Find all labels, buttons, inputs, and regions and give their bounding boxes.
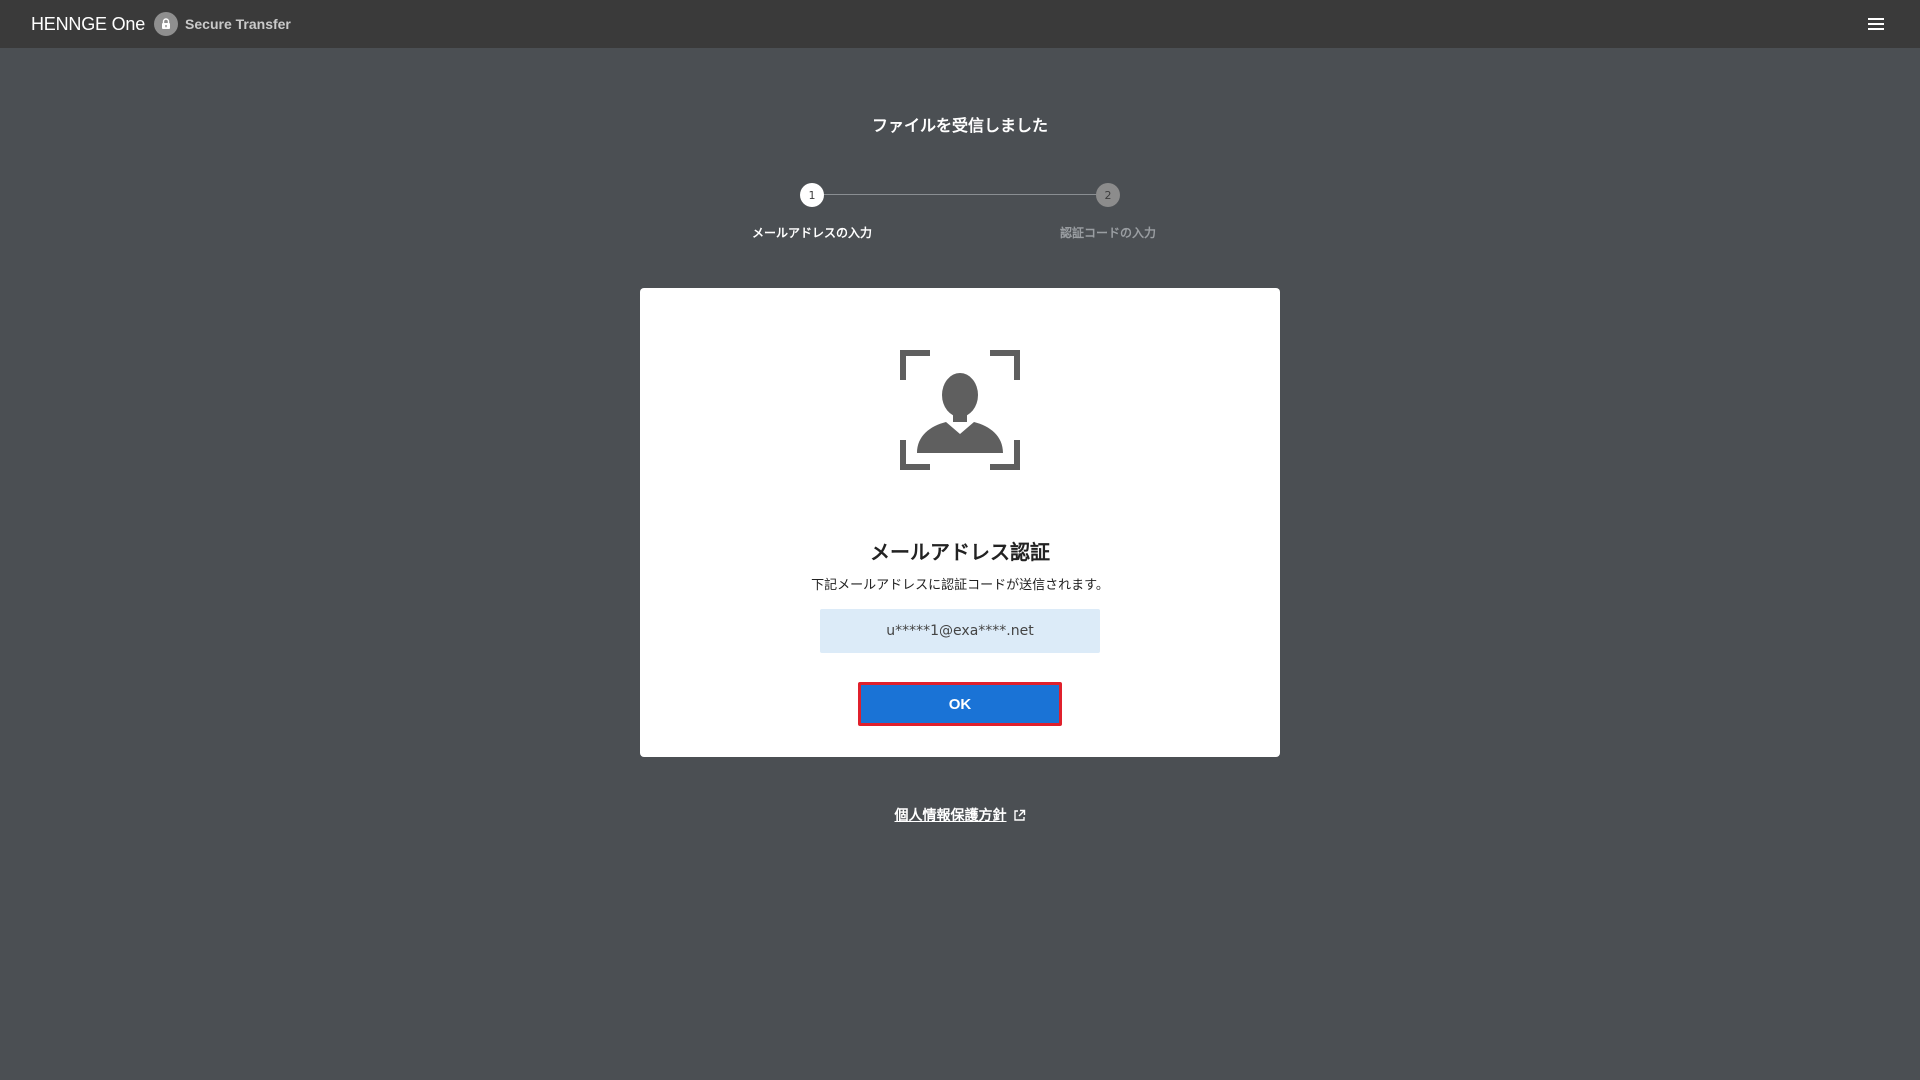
step-2-label: 認証コードの入力 xyxy=(1059,226,1156,240)
progress-stepper: 1 2 メールアドレスの入力 認証コードの入力 xyxy=(0,0,1920,250)
email-verification-card: メールアドレス認証 下記メールアドレスに認証コードが送信されます。 u*****… xyxy=(640,288,1280,757)
privacy-footer: 個人情報保護方針 xyxy=(0,805,1920,825)
ok-button[interactable]: OK xyxy=(858,682,1062,726)
card-heading: メールアドレス認証 xyxy=(870,540,1050,564)
masked-email-display: u*****1@exa****.net xyxy=(820,609,1100,653)
step-1-circle: 1 xyxy=(800,183,824,207)
user-scan-icon xyxy=(900,350,1020,470)
stepper-connector xyxy=(812,194,1108,195)
external-link-icon[interactable] xyxy=(1013,809,1026,822)
step-1-label: メールアドレスの入力 xyxy=(751,226,872,240)
privacy-policy-link[interactable]: 個人情報保護方針 xyxy=(895,805,1007,825)
step-2-circle: 2 xyxy=(1096,183,1120,207)
card-description: 下記メールアドレスに認証コードが送信されます。 xyxy=(811,578,1109,593)
